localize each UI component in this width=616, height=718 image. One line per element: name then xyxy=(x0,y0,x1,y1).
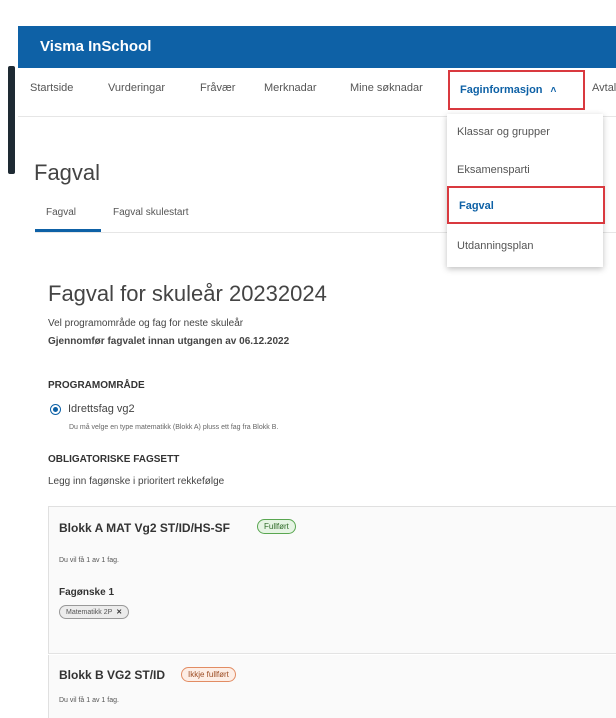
block-b-title: Blokk B VG2 ST/ID xyxy=(59,668,166,682)
menu-item-klassar-og-grupper[interactable]: Klassar og grupper xyxy=(457,126,550,138)
nav-item-startside[interactable]: Startside xyxy=(30,82,73,94)
nav-item-vurderingar[interactable]: Vurderingar xyxy=(108,82,165,94)
chevron-up-icon: ˄ xyxy=(550,85,557,96)
block-a-info: Du vil få 1 av 1 fag. xyxy=(59,557,119,564)
nav-item-mine-soknadar[interactable]: Mine søknadar xyxy=(350,82,423,94)
menu-item-utdanningsplan[interactable]: Utdanningsplan xyxy=(457,240,533,252)
deadline-text: Gjennomfør fagvalet innan utgangen av 06… xyxy=(48,336,290,347)
menu-item-fagval[interactable]: Fagval xyxy=(447,186,605,224)
card-divider xyxy=(48,653,616,654)
block-a-card: Blokk A MAT Vg2 ST/ID/HS-SF Fullført Du … xyxy=(48,506,616,654)
program-label: PROGRAMOMRÅDE xyxy=(48,380,145,391)
nav-item-avtal[interactable]: Avtal xyxy=(592,82,616,94)
app-title[interactable]: Visma InSchool xyxy=(40,38,151,55)
block-b-card: Blokk B VG2 ST/ID Ikkje fullført Du vil … xyxy=(48,655,616,718)
nav-item-merknadar[interactable]: Merknadar xyxy=(264,82,317,94)
program-radio[interactable] xyxy=(50,404,61,415)
menu-item-fagval-label: Fagval xyxy=(459,200,494,212)
subject-chip: Matematikk 2P ✕ xyxy=(59,605,130,619)
page-title: Fagval xyxy=(34,160,101,185)
sets-hint: Legg inn fagønske i prioritert rekkefølg… xyxy=(48,476,225,487)
block-a-title: Blokk A MAT Vg2 ST/ID/HS-SF xyxy=(59,521,230,535)
menu-item-eksamensparti[interactable]: Eksamensparti xyxy=(457,164,530,176)
remove-chip-icon[interactable]: ✕ xyxy=(116,609,122,616)
status-badge-incomplete: Ikkje fullført xyxy=(181,667,236,682)
faginformasjon-dropdown: Klassar og grupper Eksamensparti Fagval … xyxy=(447,114,605,267)
nav-item-faginformasjon[interactable]: Faginformasjon ˄ xyxy=(448,70,585,110)
tab-fagval-skulestart[interactable]: Fagval skulestart xyxy=(113,207,189,218)
section-heading: Fagval for skuleår 20232024 xyxy=(48,281,327,306)
app-header: Visma InSchool xyxy=(18,26,616,68)
intro-text: Vel programområde og fag for neste skule… xyxy=(48,318,244,329)
subject-chip-label: Matematikk 2P xyxy=(66,609,113,616)
status-badge-complete: Fullført xyxy=(257,519,296,534)
program-hint: Du må velge en type matematikk (Blokk A)… xyxy=(69,424,279,431)
nav-item-faginformasjon-label: Faginformasjon xyxy=(460,84,543,96)
block-b-info: Du vil få 1 av 1 fag. xyxy=(59,697,119,704)
wish-label: Fagønske 1 xyxy=(59,587,115,598)
sets-label: OBLIGATORISKE FAGSETT xyxy=(48,454,180,465)
tab-fagval[interactable]: Fagval xyxy=(46,207,76,218)
program-option-label[interactable]: Idrettsfag vg2 xyxy=(68,403,135,415)
side-panel-handle[interactable] xyxy=(8,66,15,174)
nav-item-fravaer[interactable]: Fråvær xyxy=(200,82,235,94)
